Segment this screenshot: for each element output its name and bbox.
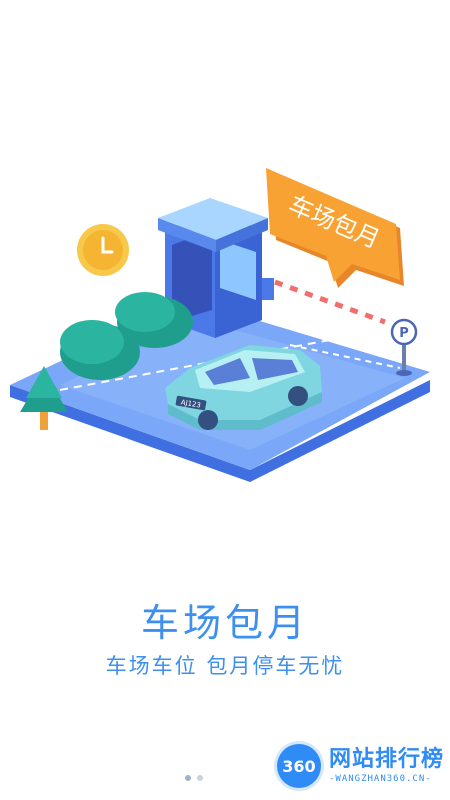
watermark: 360 网站排行榜 -WANGZHAN360.CN-: [276, 744, 444, 788]
pager-dot[interactable]: [197, 775, 203, 781]
pager-dots: [185, 775, 203, 781]
clock-icon: [77, 224, 129, 276]
watermark-logo: 360: [276, 744, 321, 788]
parking-illustration: P AJ123 车场包月: [10, 168, 430, 482]
page-title: 车场包月: [140, 601, 309, 645]
watermark-subtitle: -WANGZHAN360.CN-: [328, 773, 432, 784]
barrier-gate: [274, 279, 386, 325]
page-subtitle: 车场车位 包月停车无忧: [105, 654, 345, 678]
svg-text:P: P: [399, 326, 409, 341]
illustration: P AJ123 车场包月: [0, 0, 450, 520]
pager-dot[interactable]: [185, 775, 191, 781]
watermark-title: 网站排行榜: [328, 746, 444, 772]
monthly-parking-sign: 车场包月: [266, 168, 404, 288]
